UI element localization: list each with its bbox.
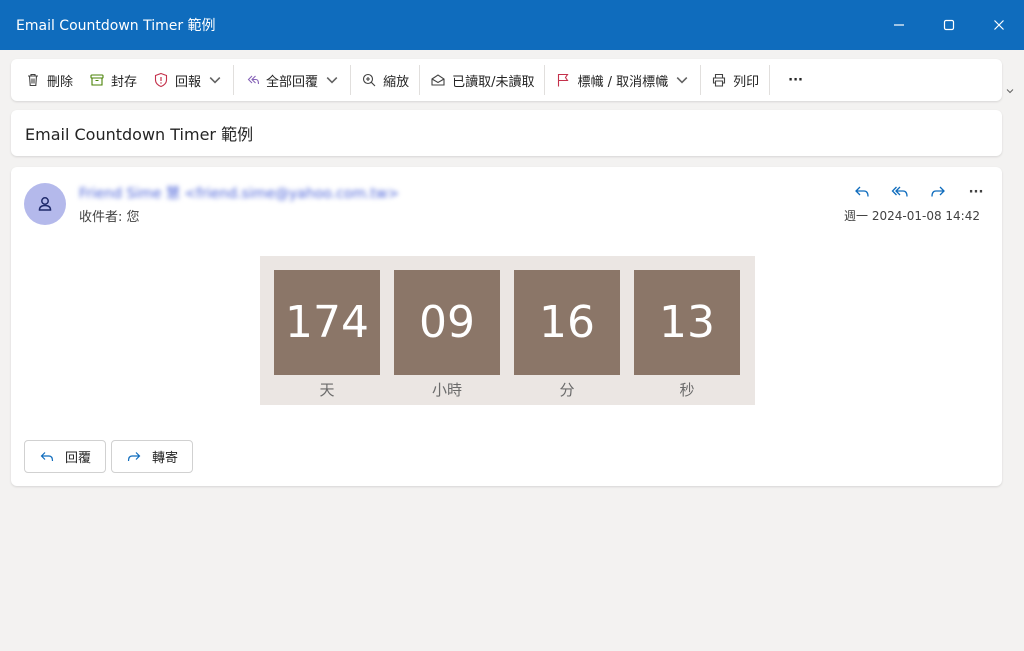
shield-warning-icon bbox=[154, 72, 168, 88]
toolbar-divider bbox=[233, 65, 235, 95]
response-buttons: 回覆 轉寄 bbox=[24, 440, 194, 473]
more-icon: ··· bbox=[788, 72, 803, 88]
close-button[interactable] bbox=[974, 0, 1024, 50]
toolbar-divider bbox=[350, 65, 352, 95]
subject-bar: Email Countdown Timer 範例 bbox=[11, 110, 1002, 156]
countdown-timer: 174 09 16 13 天 小時 分 秒 bbox=[260, 256, 755, 405]
print-label: 列印 bbox=[733, 74, 760, 90]
seconds-label: 秒 bbox=[679, 381, 695, 399]
more-options-button[interactable]: ··· bbox=[772, 65, 819, 95]
minimize-icon bbox=[894, 24, 904, 26]
hours-label: 小時 bbox=[431, 381, 462, 399]
command-toolbar: 刪除 封存 回報 全部回覆 縮放 已讀取/未讀取 標幟 / 取消標幟 列印 ··… bbox=[11, 59, 1002, 101]
forward-button[interactable]: 轉寄 bbox=[111, 440, 194, 473]
minimize-button[interactable] bbox=[874, 0, 924, 50]
reply-icon bbox=[40, 451, 54, 461]
flag-button[interactable]: 標幟 / 取消標幟 bbox=[547, 65, 698, 95]
forward-label: 轉寄 bbox=[152, 451, 179, 466]
archive-label: 封存 bbox=[111, 74, 138, 90]
archive-button[interactable]: 封存 bbox=[81, 65, 145, 95]
window-title: Email Countdown Timer 範例 bbox=[16, 18, 216, 34]
read-unread-label: 已讀取/未讀取 bbox=[452, 74, 535, 90]
zoom-label: 縮放 bbox=[383, 74, 410, 90]
print-button[interactable]: 列印 bbox=[703, 65, 767, 95]
zoom-in-icon bbox=[363, 73, 376, 87]
maximize-button[interactable] bbox=[924, 0, 974, 50]
person-icon bbox=[38, 197, 52, 211]
maximize-icon bbox=[943, 19, 955, 31]
more-icon: ··· bbox=[968, 184, 984, 200]
reply-all-icon bbox=[247, 75, 260, 85]
forward-icon bbox=[127, 451, 141, 461]
message-card: Friend Sime 慧 <friend.sime@yahoo.com.tw>… bbox=[11, 167, 1002, 486]
reply-all-button[interactable]: 全部回覆 bbox=[236, 65, 348, 95]
seconds-tile: 13 bbox=[634, 270, 740, 375]
recipient-label: 收件者: bbox=[79, 210, 123, 225]
mail-read-icon bbox=[431, 74, 445, 86]
forward-action[interactable] bbox=[919, 181, 957, 203]
report-button[interactable]: 回報 bbox=[145, 65, 231, 95]
forward-icon bbox=[931, 186, 945, 197]
recipient-name[interactable]: 您 bbox=[127, 210, 140, 225]
sender-name[interactable]: Friend Sime 慧 <friend.sime@yahoo.com.tw> bbox=[79, 183, 399, 203]
flag-label: 標幟 / 取消標幟 bbox=[577, 74, 669, 90]
reply-all-action[interactable] bbox=[881, 181, 919, 203]
toolbar-divider bbox=[700, 65, 702, 95]
reply-all-label: 全部回覆 bbox=[266, 74, 319, 90]
reply-all-icon bbox=[891, 186, 908, 197]
reply-icon bbox=[855, 186, 869, 197]
more-actions-button[interactable]: ··· bbox=[957, 181, 995, 203]
chevron-down-icon[interactable] bbox=[324, 72, 340, 88]
printer-icon bbox=[713, 73, 726, 87]
recipient-line: 收件者: 您 bbox=[79, 206, 140, 225]
reply-action[interactable] bbox=[843, 181, 881, 203]
reply-button[interactable]: 回覆 bbox=[24, 440, 107, 473]
message-date: 週一 2024-01-08 14:42 bbox=[844, 209, 980, 223]
flag-icon bbox=[558, 73, 569, 87]
toolbar-divider bbox=[419, 65, 421, 95]
zoom-button[interactable]: 縮放 bbox=[353, 65, 417, 95]
reply-label: 回覆 bbox=[65, 451, 92, 466]
chevron-down-icon[interactable] bbox=[207, 72, 223, 88]
close-icon bbox=[994, 20, 1004, 30]
delete-button[interactable]: 刪除 bbox=[17, 65, 81, 95]
toolbar-divider bbox=[544, 65, 546, 95]
trash-icon bbox=[28, 73, 38, 87]
read-unread-button[interactable]: 已讀取/未讀取 bbox=[422, 65, 542, 95]
email-subject: Email Countdown Timer 範例 bbox=[25, 125, 254, 144]
expand-ribbon-icon[interactable] bbox=[1005, 86, 1015, 96]
title-bar: Email Countdown Timer 範例 bbox=[0, 0, 1024, 50]
days-tile: 174 bbox=[274, 270, 380, 375]
minutes-tile: 16 bbox=[514, 270, 620, 375]
delete-label: 刪除 bbox=[47, 74, 74, 90]
hours-tile: 09 bbox=[394, 270, 500, 375]
toolbar-divider bbox=[769, 65, 771, 95]
days-label: 天 bbox=[319, 381, 335, 399]
minutes-label: 分 bbox=[559, 381, 575, 399]
chevron-down-icon[interactable] bbox=[674, 72, 690, 88]
report-label: 回報 bbox=[175, 74, 202, 90]
avatar[interactable] bbox=[24, 183, 66, 225]
archive-icon bbox=[90, 74, 104, 86]
message-actions: ··· bbox=[843, 181, 995, 203]
